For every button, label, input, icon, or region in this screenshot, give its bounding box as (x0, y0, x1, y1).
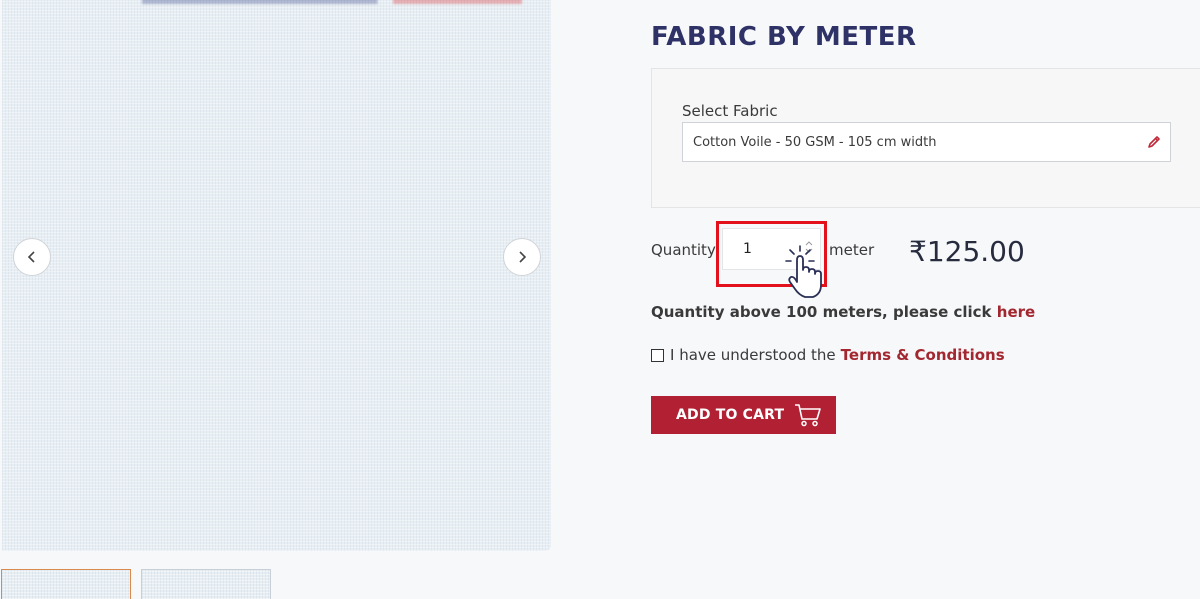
bulk-order-link[interactable]: here (997, 303, 1035, 321)
thumbnail-2[interactable] (141, 569, 271, 599)
terms-text: I have understood the (670, 346, 836, 364)
fabric-select-label: Select Fabric (682, 102, 778, 120)
gallery-prev-button[interactable] (13, 238, 51, 276)
terms-checkbox[interactable] (651, 348, 664, 362)
add-to-cart-label: ADD TO CART (676, 407, 785, 423)
product-price: ₹125.00 (909, 235, 1025, 268)
bulk-order-text: Quantity above 100 meters, please click (651, 303, 992, 321)
page-title: FABRIC BY METER (651, 22, 917, 52)
chevron-left-icon (27, 251, 35, 263)
spin-arrows-icon[interactable] (805, 240, 813, 254)
add-to-cart-button[interactable]: ADD TO CART (651, 396, 836, 434)
cart-icon (795, 404, 822, 427)
bulk-order-note: Quantity above 100 meters, please click … (651, 303, 1035, 321)
fabric-select-panel: Select Fabric Cotton Voile - 50 GSM - 10… (651, 68, 1200, 208)
image-overlay-strip (142, 0, 522, 4)
thumbnail-1[interactable] (1, 569, 131, 599)
product-image (2, 0, 551, 551)
gallery-next-button[interactable] (503, 238, 541, 276)
quantity-label: Quantity (651, 241, 716, 259)
terms-row: I have understood the Terms & Conditions (651, 346, 1005, 364)
fabric-select[interactable]: Cotton Voile - 50 GSM - 105 cm width (682, 122, 1171, 162)
pencil-icon[interactable] (1146, 134, 1162, 150)
terms-link[interactable]: Terms & Conditions (841, 346, 1005, 364)
quantity-unit: meter (829, 241, 875, 259)
chevron-right-icon (519, 251, 527, 263)
fabric-select-value: Cotton Voile - 50 GSM - 105 cm width (693, 134, 937, 150)
